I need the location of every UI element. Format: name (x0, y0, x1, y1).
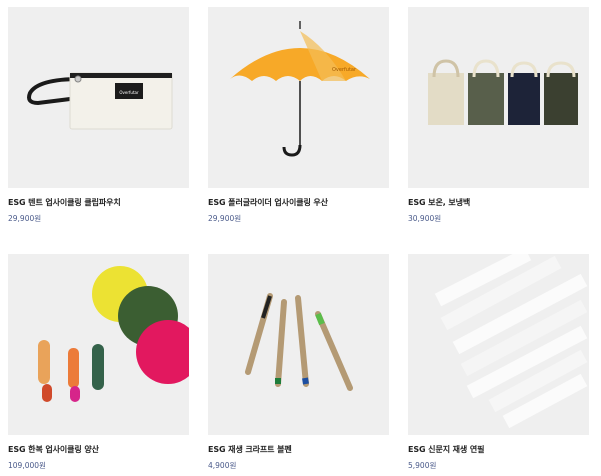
product-card[interactable]: ESG 신문지 재생 연필 5,900원 (408, 254, 589, 471)
product-title[interactable]: ESG 보온, 보냉백 (408, 197, 589, 208)
product-card[interactable]: ESG 보온, 보냉백 30,900원 (408, 7, 589, 224)
product-card[interactable]: Overfutar ESG 텐트 업사이클링 클립파우치 29,900원 (8, 7, 189, 224)
product-price: 29,900원 (208, 214, 242, 223)
product-title[interactable]: ESG 신문지 재생 연필 (408, 444, 589, 455)
product-image-parasols[interactable] (8, 254, 189, 435)
product-price: 5,900원 (408, 461, 437, 470)
product-price: 30,900원 (408, 214, 442, 223)
product-image-cooler-bags[interactable] (408, 7, 589, 188)
svg-text:Overfutar: Overfutar (119, 90, 139, 95)
product-card[interactable]: ESG 한복 업사이클링 양산 109,000원 (8, 254, 189, 471)
product-card[interactable]: Overfutar ESG 폴러글라이더 업사이클링 우산 29,900원 (208, 7, 389, 224)
svg-text:Overfutar: Overfutar (332, 67, 357, 73)
product-image-pouch[interactable]: Overfutar (8, 7, 189, 188)
product-title[interactable]: ESG 폴러글라이더 업사이클링 우산 (208, 197, 389, 208)
product-title[interactable]: ESG 재생 크라프트 볼펜 (208, 444, 389, 455)
product-image-kraft-pens[interactable] (208, 254, 389, 435)
product-image-newspaper-pencils[interactable] (408, 254, 589, 435)
product-price: 4,900원 (208, 461, 237, 470)
product-title[interactable]: ESG 텐트 업사이클링 클립파우치 (8, 197, 189, 208)
product-card[interactable]: ESG 재생 크라프트 볼펜 4,900원 (208, 254, 389, 471)
product-price: 29,900원 (8, 214, 42, 223)
product-grid: Overfutar ESG 텐트 업사이클링 클립파우치 29,900원 Ove… (0, 0, 601, 476)
product-price: 109,000원 (8, 461, 46, 470)
product-title[interactable]: ESG 한복 업사이클링 양산 (8, 444, 189, 455)
product-image-umbrella[interactable]: Overfutar (208, 7, 389, 188)
